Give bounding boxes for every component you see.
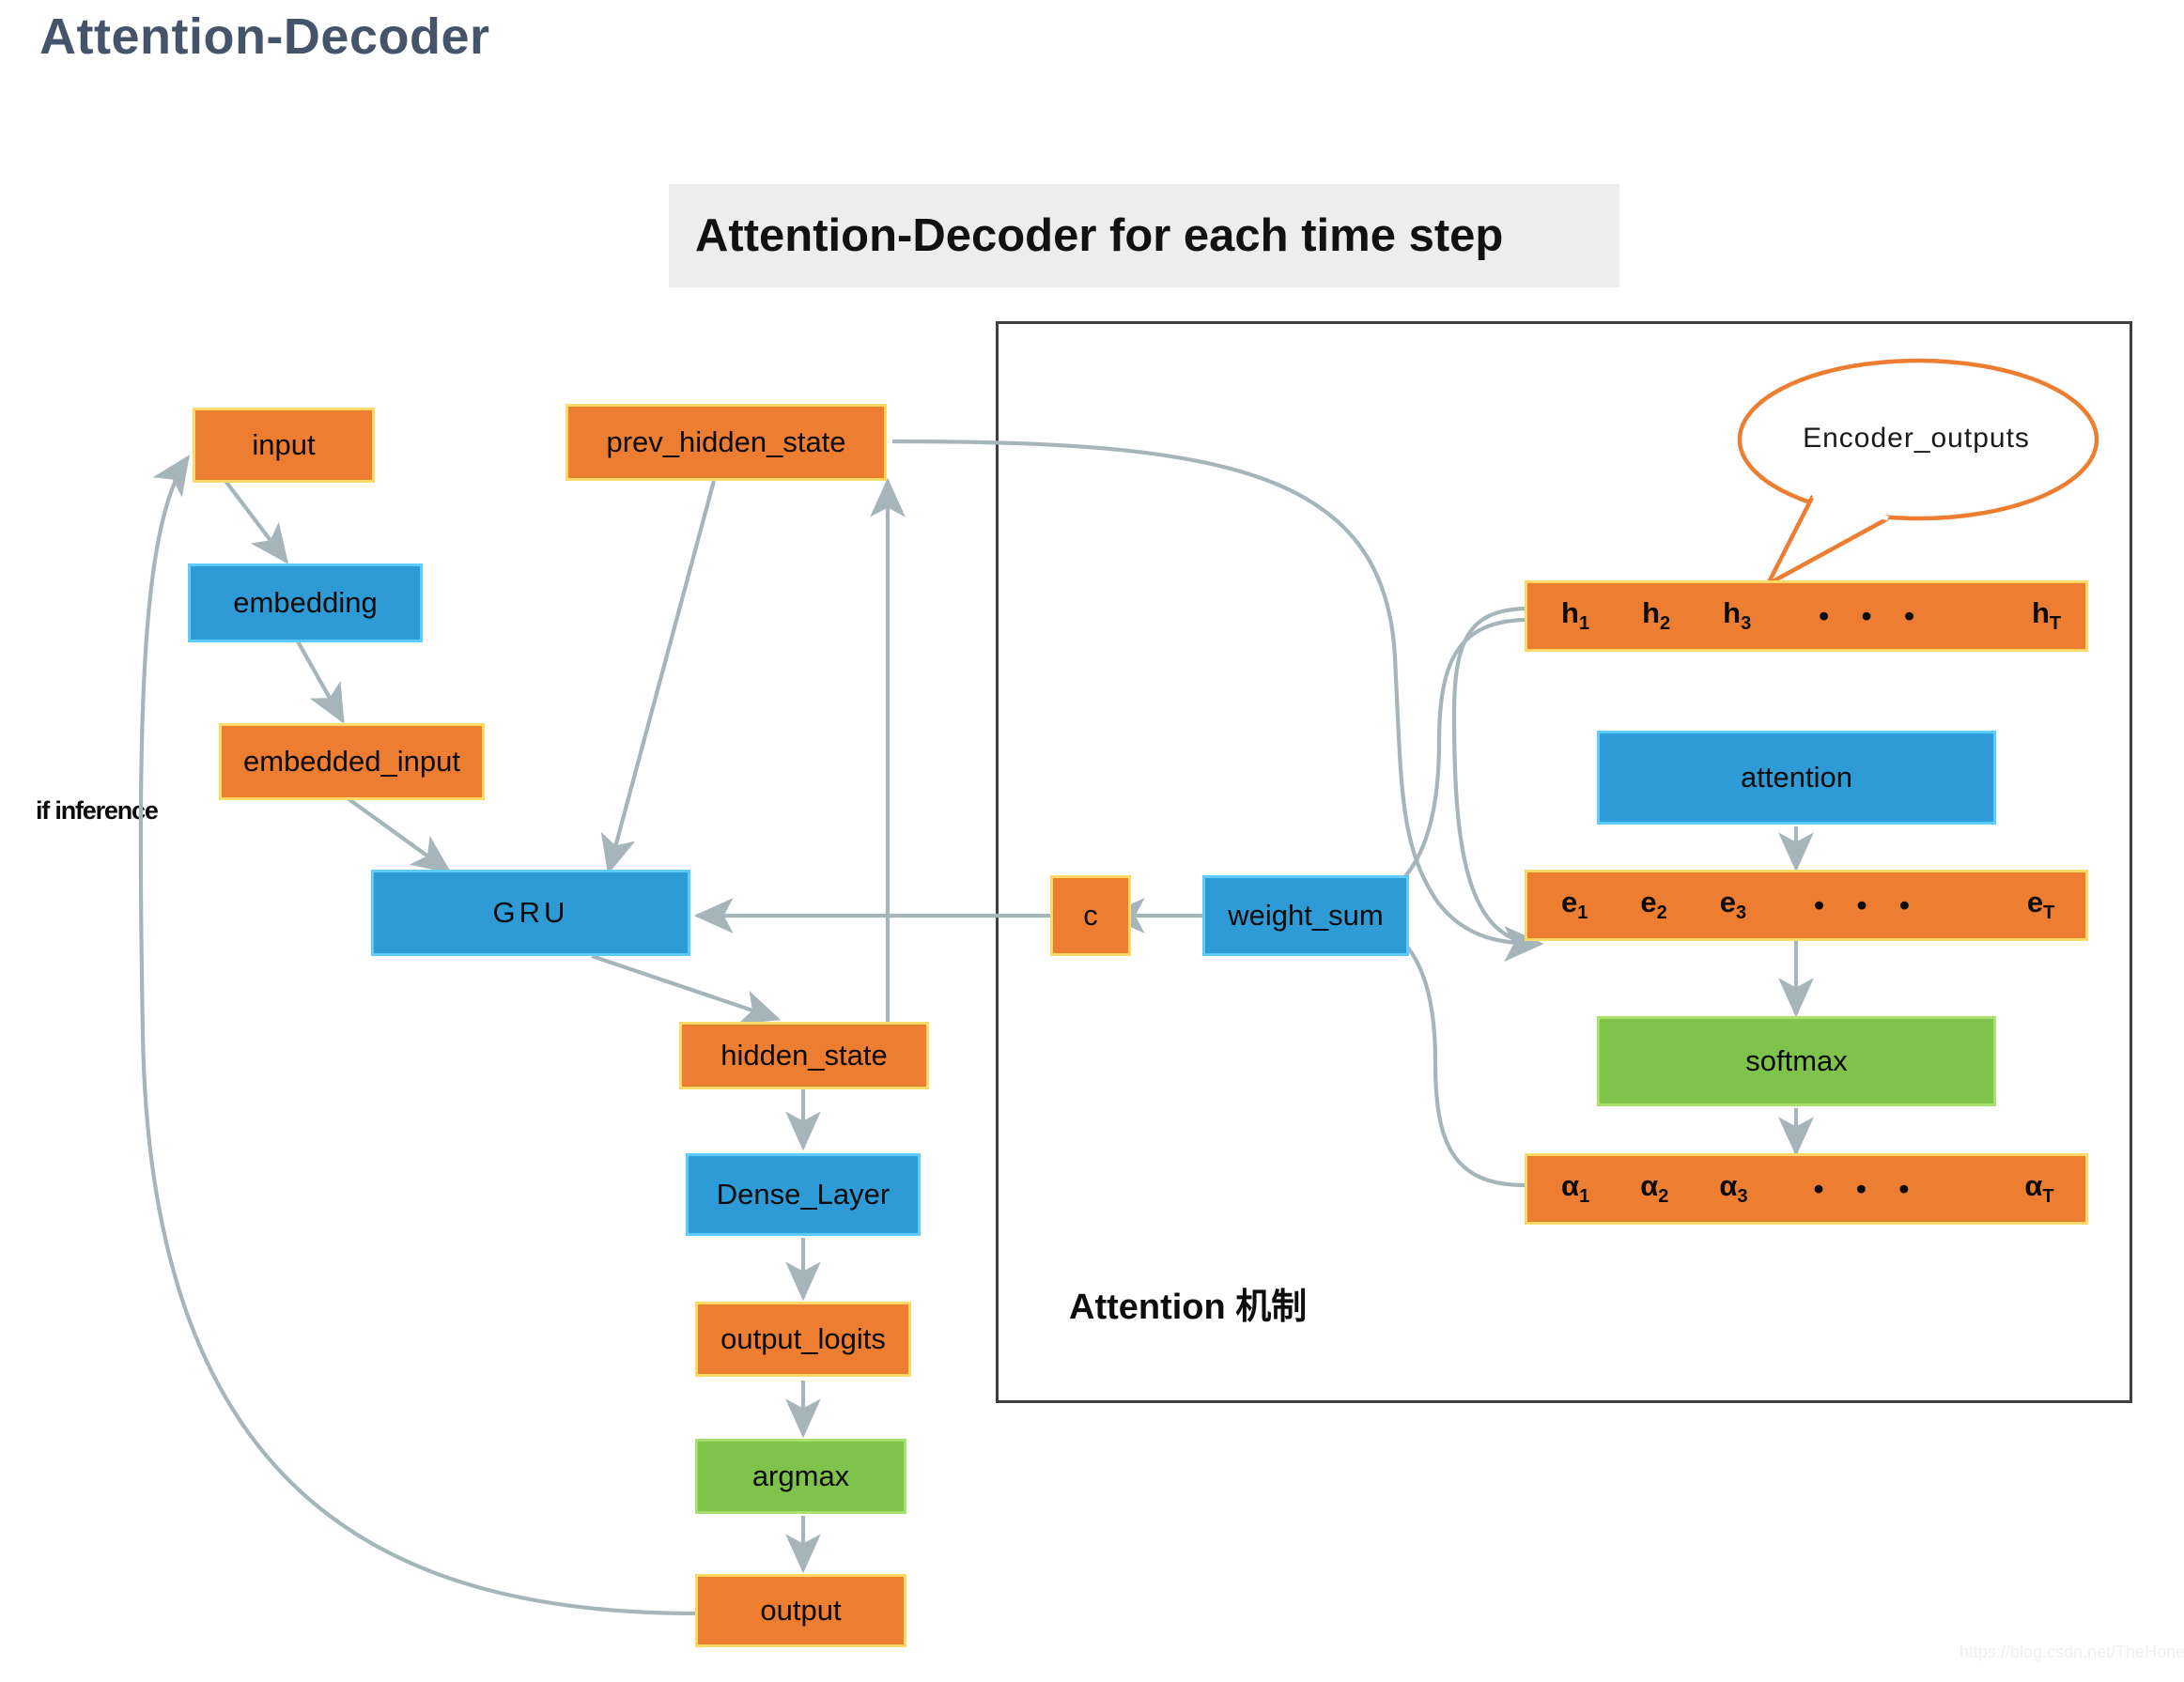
node-gru-label: GRU	[492, 896, 569, 929]
node-embedding[interactable]: embedding	[188, 563, 423, 642]
node-dense-layer-label: Dense_Layer	[716, 1178, 891, 1211]
attention-mechanism-frame	[996, 321, 2132, 1403]
node-softmax-label: softmax	[1745, 1044, 1848, 1077]
node-hidden-state[interactable]: hidden_state	[679, 1022, 929, 1089]
node-output[interactable]: output	[695, 1574, 906, 1647]
arrow-prev-hidden-to-gru	[600, 480, 717, 875]
vector-e-item-1: e1	[1561, 886, 1588, 924]
node-attention-label: attention	[1741, 761, 1852, 794]
vector-h-item-2: h2	[1642, 596, 1671, 635]
arrow-embedded-input-to-gru	[346, 796, 452, 873]
vector-e-item-3: e3	[1719, 886, 1747, 924]
vector-h-item-1: h1	[1561, 596, 1590, 635]
page-title: Attention-Decoder	[39, 8, 490, 65]
vector-row-h[interactable]: h1 h2 h3 • • • hT	[1525, 580, 2088, 652]
node-gru[interactable]: GRU	[371, 870, 690, 956]
vector-row-e[interactable]: e1 e2 e3 • • • eT	[1525, 870, 2088, 941]
vector-e-ellipsis: • • •	[1814, 888, 1922, 921]
node-input[interactable]: input	[193, 408, 375, 483]
node-prev-hidden-state-label: prev_hidden_state	[606, 425, 846, 458]
vector-alpha-item-1: α1	[1561, 1169, 1590, 1208]
vector-row-alpha[interactable]: α1 α2 α3 • • • αT	[1525, 1153, 2088, 1225]
arrow-gru-to-hidden-state	[591, 954, 782, 1025]
vector-h-item-last: hT	[2031, 596, 2062, 635]
node-dense-layer[interactable]: Dense_Layer	[686, 1153, 921, 1236]
node-embedding-label: embedding	[233, 586, 378, 619]
node-output-label: output	[760, 1594, 842, 1627]
node-embedded-input[interactable]: embedded_input	[219, 723, 485, 800]
vector-h-ellipsis: • • •	[1819, 599, 1927, 632]
vector-alpha-ellipsis: • • •	[1813, 1172, 1922, 1205]
vector-alpha-item-3: α3	[1719, 1169, 1748, 1208]
node-argmax[interactable]: argmax	[695, 1439, 906, 1514]
node-weight-sum-label: weight_sum	[1228, 899, 1384, 932]
attention-mechanism-caption: Attention 机制	[1069, 1288, 1308, 1327]
node-output-logits[interactable]: output_logits	[695, 1302, 911, 1377]
arrow-input-to-embedding	[224, 479, 289, 564]
diagram-canvas: Attention-Decoder Attention-Decoder for …	[0, 0, 2184, 1682]
section-banner: Attention-Decoder for each time step	[669, 184, 1619, 287]
arrow-embedding-to-embedded-input	[296, 640, 345, 724]
vector-h-item-3: h3	[1723, 596, 1752, 635]
node-weight-sum[interactable]: weight_sum	[1202, 875, 1409, 956]
node-hidden-state-label: hidden_state	[720, 1039, 888, 1072]
encoder-outputs-callout-label: Encoder_outputs	[1803, 423, 2030, 454]
node-softmax[interactable]: softmax	[1597, 1016, 1996, 1106]
if-inference-label: if inference	[36, 796, 159, 825]
node-argmax-label: argmax	[751, 1459, 850, 1492]
node-embedded-input-label: embedded_input	[243, 745, 460, 778]
vector-alpha-item-2: α2	[1640, 1169, 1669, 1208]
node-context-vector-c[interactable]: c	[1050, 875, 1131, 956]
node-attention[interactable]: attention	[1597, 731, 1996, 825]
node-context-vector-c-label: c	[1083, 899, 1098, 932]
vector-e-item-2: e2	[1640, 886, 1667, 924]
vector-alpha-item-last: αT	[2024, 1169, 2054, 1208]
node-output-logits-label: output_logits	[720, 1322, 886, 1355]
watermark: https://blog.csdn.net/TheHonestBob	[1959, 1643, 2184, 1661]
node-input-label: input	[252, 428, 316, 461]
node-prev-hidden-state[interactable]: prev_hidden_state	[565, 404, 887, 481]
section-banner-label: Attention-Decoder for each time step	[695, 210, 1504, 261]
vector-e-item-last: eT	[2026, 886, 2055, 924]
